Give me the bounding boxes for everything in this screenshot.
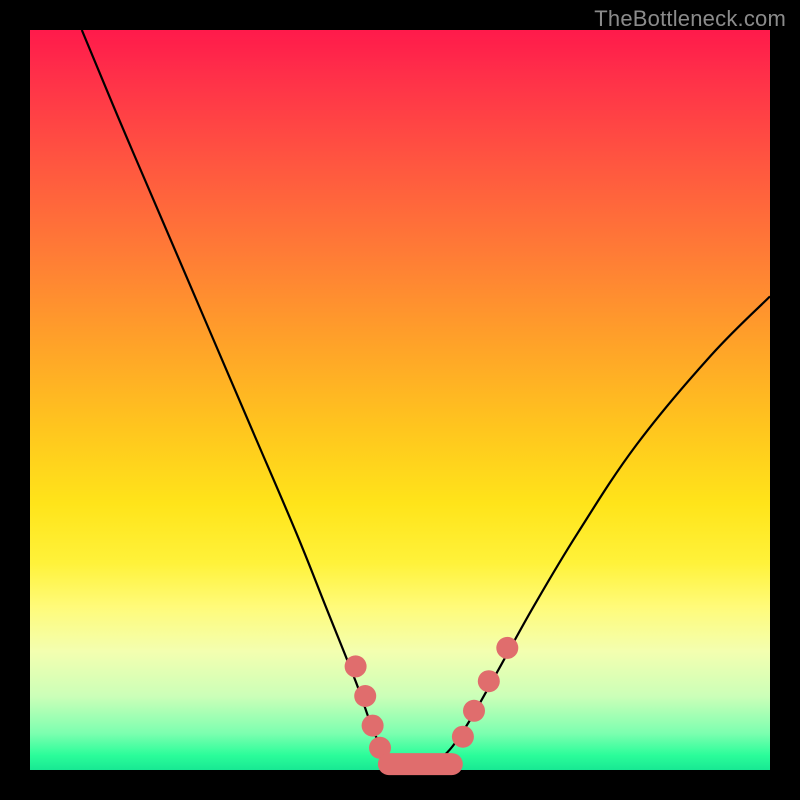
watermark-label: TheBottleneck.com bbox=[594, 6, 786, 32]
series-marker bbox=[362, 715, 384, 737]
plot-area bbox=[30, 30, 770, 770]
series-marker bbox=[345, 655, 367, 677]
curve-layer bbox=[82, 30, 770, 769]
series-marker-pill bbox=[378, 753, 463, 775]
outer-frame: TheBottleneck.com bbox=[0, 0, 800, 800]
series-marker bbox=[463, 700, 485, 722]
marker-layer bbox=[345, 637, 519, 775]
chart-svg bbox=[30, 30, 770, 770]
series-marker bbox=[478, 670, 500, 692]
series-marker bbox=[496, 637, 518, 659]
bottleneck-curve bbox=[82, 30, 770, 769]
series-marker bbox=[354, 685, 376, 707]
series-marker bbox=[452, 726, 474, 748]
